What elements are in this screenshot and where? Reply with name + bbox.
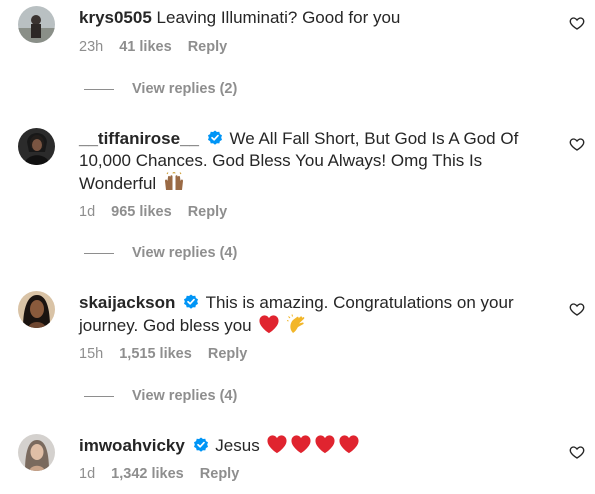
comment-text: Leaving Illuminati? Good for you: [156, 8, 401, 27]
view-replies-label: View replies (4): [132, 388, 238, 404]
comment-time: 1d: [79, 466, 96, 482]
comment-meta: 1d 1,342 likes Reply: [79, 466, 251, 482]
clapping-hands-icon: [287, 314, 305, 333]
red-heart-icon: [267, 435, 287, 454]
heart-outline-icon[interactable]: [569, 444, 585, 460]
red-heart-icon: [339, 435, 359, 454]
red-heart-icon: [291, 435, 311, 454]
view-replies-label: View replies (4): [132, 245, 238, 261]
comment-meta: 15h 1,515 likes Reply: [79, 346, 259, 362]
reply-button[interactable]: Reply: [188, 39, 228, 55]
verified-badge-icon: [207, 130, 222, 145]
likes-count[interactable]: 965 likes: [111, 204, 171, 220]
avatar[interactable]: [18, 128, 55, 165]
raising-hands-icon: [164, 172, 183, 190]
verified-badge-icon: [184, 294, 199, 309]
likes-count[interactable]: 1,515 likes: [119, 346, 192, 362]
view-replies-button[interactable]: View replies (2): [84, 81, 237, 97]
comment-body: krys0505 Leaving Illuminati? Good for yo…: [79, 7, 534, 29]
avatar[interactable]: [18, 434, 55, 471]
comment-time: 15h: [79, 346, 104, 362]
red-heart-icon: [259, 315, 279, 334]
view-replies-button[interactable]: View replies (4): [84, 245, 237, 261]
heart-outline-icon[interactable]: [569, 136, 585, 152]
likes-count[interactable]: 41 likes: [119, 39, 171, 55]
comment-body: skaijackson This is amazing. Congratulat…: [79, 292, 534, 337]
comment-time: 23h: [79, 39, 104, 55]
username-link[interactable]: imwoahvicky: [79, 436, 185, 455]
reply-button[interactable]: Reply: [208, 346, 248, 362]
username-link[interactable]: skaijackson: [79, 293, 175, 312]
reply-button[interactable]: Reply: [200, 466, 240, 482]
reply-button[interactable]: Reply: [188, 204, 228, 220]
verified-badge-icon: [193, 437, 208, 452]
avatar[interactable]: [18, 6, 55, 43]
heart-outline-icon[interactable]: [569, 301, 585, 317]
view-replies-button[interactable]: View replies (4): [84, 388, 237, 404]
comment-body: imwoahvicky Jesus: [79, 434, 534, 457]
comment-meta: 23h 41 likes Reply: [79, 39, 239, 55]
view-replies-label: View replies (2): [132, 81, 238, 97]
username-link[interactable]: krys0505: [79, 8, 152, 27]
comment-time: 1d: [79, 204, 96, 220]
red-heart-icon: [315, 435, 335, 454]
comment-text: Jesus: [215, 436, 260, 455]
comment-body: __tiffanirose__ We All Fall Short, But G…: [79, 128, 534, 195]
username-link[interactable]: __tiffanirose__: [79, 129, 199, 148]
replies-divider: [84, 395, 114, 397]
comment-meta: 1d 965 likes Reply: [79, 204, 239, 220]
comments-list: krys0505 Leaving Illuminati? Good for yo…: [0, 0, 595, 494]
replies-divider: [84, 88, 114, 90]
replies-divider: [84, 252, 114, 254]
heart-outline-icon[interactable]: [569, 15, 585, 31]
avatar[interactable]: [18, 291, 55, 328]
likes-count[interactable]: 1,342 likes: [111, 466, 184, 482]
